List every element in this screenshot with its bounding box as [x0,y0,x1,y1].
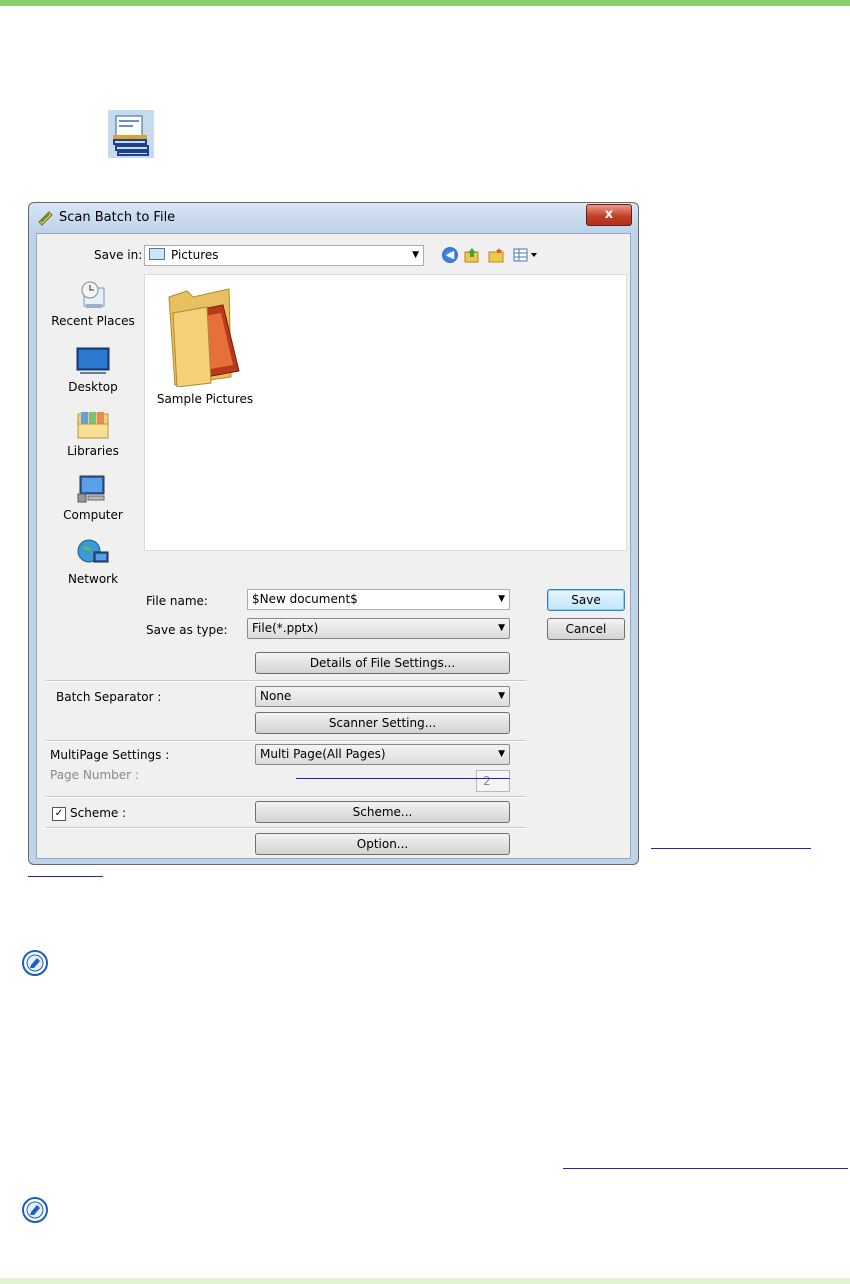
multipage-settings-label: MultiPage Settings : [50,748,170,762]
file-name-label: File name: [146,594,208,608]
libraries-icon [76,410,110,440]
save-as-type-value: File(*.pptx) [252,621,319,635]
place-network[interactable]: Network [45,538,141,586]
chevron-down-icon: ▼ [412,250,419,260]
link[interactable] [28,862,103,877]
link[interactable] [651,834,811,849]
desktop-icon [76,346,110,376]
note-icon [22,1197,48,1223]
scheme-label: Scheme : [70,806,127,820]
title-bar: Scan Batch to File x [29,203,638,233]
place-recent-places[interactable]: Recent Places [45,280,141,328]
save-button[interactable]: Save [547,589,625,611]
network-icon [76,538,110,568]
scanner-setting-button[interactable]: Scanner Setting... [255,712,510,734]
multipage-value: Multi Page(All Pages) [260,747,386,761]
divider [46,827,526,829]
place-computer[interactable]: Computer [45,474,141,522]
multipage-combo[interactable]: Multi Page(All Pages) ▼ [255,744,510,765]
divider [46,680,526,682]
bottom-accent-bar [0,1278,850,1284]
file-list[interactable]: Sample Pictures [144,274,627,551]
view-menu-icon[interactable] [513,247,543,263]
scan-batch-icon[interactable] [108,110,154,158]
details-of-file-settings-button[interactable]: Details of File Settings... [255,652,510,674]
place-label: Desktop [68,380,118,394]
file-name-value: $New document$ [252,592,358,606]
file-name-combo[interactable]: $New document$ ▼ [247,589,510,610]
cancel-button[interactable]: Cancel [547,618,625,640]
dialog-title: Scan Batch to File [59,210,176,225]
place-label: Network [67,572,119,586]
save-as-type-label: Save as type: [146,623,228,637]
place-label: Libraries [67,444,119,458]
recent-places-icon [76,280,110,310]
folder-icon [155,283,255,390]
page-number-label: Page Number : [50,768,139,782]
back-icon[interactable]: ◀ [442,247,458,263]
option-button[interactable]: Option... [255,833,510,855]
scheme-checkbox[interactable]: ✓ [52,807,66,821]
places-bar: Recent Places Desktop Libraries Computer [45,274,141,594]
save-in-combo[interactable]: Pictures ▼ [144,245,424,266]
link[interactable] [563,1154,848,1169]
save-in-label: Save in: [94,248,143,262]
save-in-value: Pictures [171,248,219,262]
new-folder-icon[interactable] [488,247,504,263]
chevron-down-icon: ▼ [498,691,505,701]
batch-separator-combo[interactable]: None ▼ [255,686,510,707]
pictures-folder-icon [149,248,165,260]
chevron-down-icon: ▼ [498,749,505,759]
link[interactable] [296,764,510,779]
divider [46,796,526,798]
folder-sample-pictures[interactable]: Sample Pictures [155,283,255,406]
folder-label: Sample Pictures [156,392,254,406]
place-label: Recent Places [51,314,135,328]
chevron-down-icon: ▼ [498,594,505,604]
note-icon [22,950,48,976]
save-as-type-combo[interactable]: File(*.pptx) ▼ [247,618,510,639]
top-accent-bar [0,0,850,6]
place-desktop[interactable]: Desktop [45,346,141,394]
scanner-app-icon [37,210,53,226]
chevron-down-icon: ▼ [498,623,505,633]
scheme-button[interactable]: Scheme... [255,801,510,823]
close-button[interactable]: x [586,204,632,226]
batch-separator-value: None [260,689,292,703]
divider [46,740,526,742]
batch-separator-label: Batch Separator : [56,690,162,704]
up-folder-icon[interactable] [464,247,480,263]
computer-icon [76,474,110,504]
place-libraries[interactable]: Libraries [45,410,141,458]
place-label: Computer [63,508,123,522]
